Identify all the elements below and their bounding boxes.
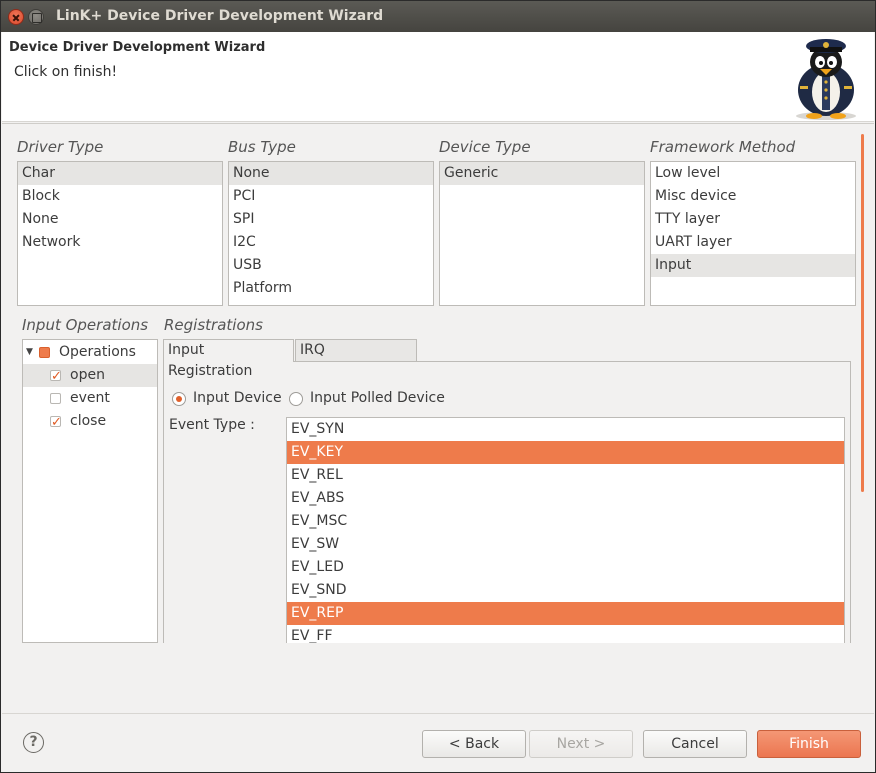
list-item[interactable]: None: [229, 162, 433, 185]
list-item[interactable]: Block: [18, 185, 222, 208]
minimize-icon[interactable]: [28, 9, 44, 25]
close-icon[interactable]: [8, 9, 24, 25]
input-device-label[interactable]: Input Device: [193, 390, 282, 406]
tree-item-close[interactable]: close: [23, 410, 157, 434]
divider: [2, 713, 874, 714]
list-item[interactable]: EV_ABS: [287, 487, 844, 510]
device-type-label: Device Type: [439, 138, 531, 156]
list-item[interactable]: EV_REP: [287, 602, 844, 625]
list-item[interactable]: EV_MSC: [287, 510, 844, 533]
tree-item-operations[interactable]: ▼ Operations: [23, 341, 157, 364]
next-button[interactable]: Next >: [529, 730, 633, 758]
expand-triangle-icon[interactable]: ▼: [26, 341, 33, 364]
registrations-label: Registrations: [164, 316, 263, 334]
list-item[interactable]: EV_SW: [287, 533, 844, 556]
list-item[interactable]: USB: [229, 254, 433, 277]
tree-item-label: open: [70, 367, 105, 383]
list-item[interactable]: EV_REL: [287, 464, 844, 487]
list-item[interactable]: Platform: [229, 277, 433, 300]
tab-irq-registration[interactable]: IRQ Registration: [295, 339, 417, 379]
framework-method-list[interactable]: Low level Misc device TTY layer UART lay…: [650, 161, 856, 306]
tree-item-label: Operations: [59, 344, 136, 360]
event-type-label: Event Type :: [169, 417, 255, 433]
operations-tree[interactable]: ▼ Operations open event close: [22, 339, 158, 643]
close-checkbox[interactable]: [50, 411, 62, 434]
header-message: Click on finish!: [14, 64, 118, 80]
bus-type-label: Bus Type: [228, 138, 296, 156]
bus-type-list[interactable]: None PCI SPI I2C USB Platform: [228, 161, 434, 306]
tree-item-label: event: [70, 390, 110, 406]
list-item[interactable]: SPI: [229, 208, 433, 231]
input-polled-device-radio[interactable]: [289, 392, 303, 406]
list-item[interactable]: Input: [651, 254, 855, 277]
divider: [2, 123, 874, 124]
framework-method-label: Framework Method: [650, 138, 796, 156]
finish-button[interactable]: Finish: [757, 730, 861, 758]
device-type-list[interactable]: Generic: [439, 161, 645, 306]
window-title: LinK+ Device Driver Development Wizard: [56, 8, 384, 24]
list-item[interactable]: EV_FF: [287, 625, 844, 643]
driver-type-label: Driver Type: [17, 138, 104, 156]
help-icon[interactable]: ?: [23, 732, 44, 753]
list-item[interactable]: Low level: [651, 162, 855, 185]
list-item[interactable]: I2C: [229, 231, 433, 254]
input-device-radio[interactable]: [172, 392, 186, 406]
event-type-list[interactable]: EV_SYN EV_KEY EV_REL EV_ABS EV_MSC EV_SW…: [286, 417, 845, 643]
tree-item-open[interactable]: open: [23, 364, 157, 388]
list-item[interactable]: TTY layer: [651, 208, 855, 231]
list-item[interactable]: PCI: [229, 185, 433, 208]
list-item[interactable]: EV_SYN: [287, 418, 844, 441]
list-item[interactable]: Generic: [440, 162, 644, 185]
back-button[interactable]: < Back: [422, 730, 526, 758]
wizard-header: Device Driver Development Wizard Click o…: [2, 32, 874, 122]
page-title: Device Driver Development Wizard: [9, 40, 266, 55]
cancel-button[interactable]: Cancel: [643, 730, 747, 758]
input-operations-label: Input Operations: [22, 316, 149, 334]
title-bar[interactable]: LinK+ Device Driver Development Wizard: [1, 1, 875, 32]
list-item[interactable]: Char: [18, 162, 222, 185]
driver-type-list[interactable]: Char Block None Network: [17, 161, 223, 306]
operations-checkbox[interactable]: [39, 347, 50, 358]
list-item[interactable]: EV_KEY: [287, 441, 844, 464]
open-checkbox[interactable]: [50, 365, 62, 388]
list-item[interactable]: UART layer: [651, 231, 855, 254]
penguin-pilot-logo: [796, 39, 856, 120]
event-checkbox[interactable]: [50, 393, 61, 404]
list-item[interactable]: EV_SND: [287, 579, 844, 602]
wizard-window: LinK+ Device Driver Development Wizard D…: [0, 0, 876, 773]
list-item[interactable]: Network: [18, 231, 222, 254]
input-polled-device-label[interactable]: Input Polled Device: [310, 390, 445, 406]
tree-item-event[interactable]: event: [23, 387, 157, 410]
list-item[interactable]: None: [18, 208, 222, 231]
tree-item-label: close: [70, 413, 107, 429]
list-item[interactable]: EV_LED: [287, 556, 844, 579]
list-item[interactable]: Misc device: [651, 185, 855, 208]
vertical-scrollbar[interactable]: [861, 134, 864, 492]
tab-input-registration[interactable]: Input Registration: [163, 339, 294, 379]
